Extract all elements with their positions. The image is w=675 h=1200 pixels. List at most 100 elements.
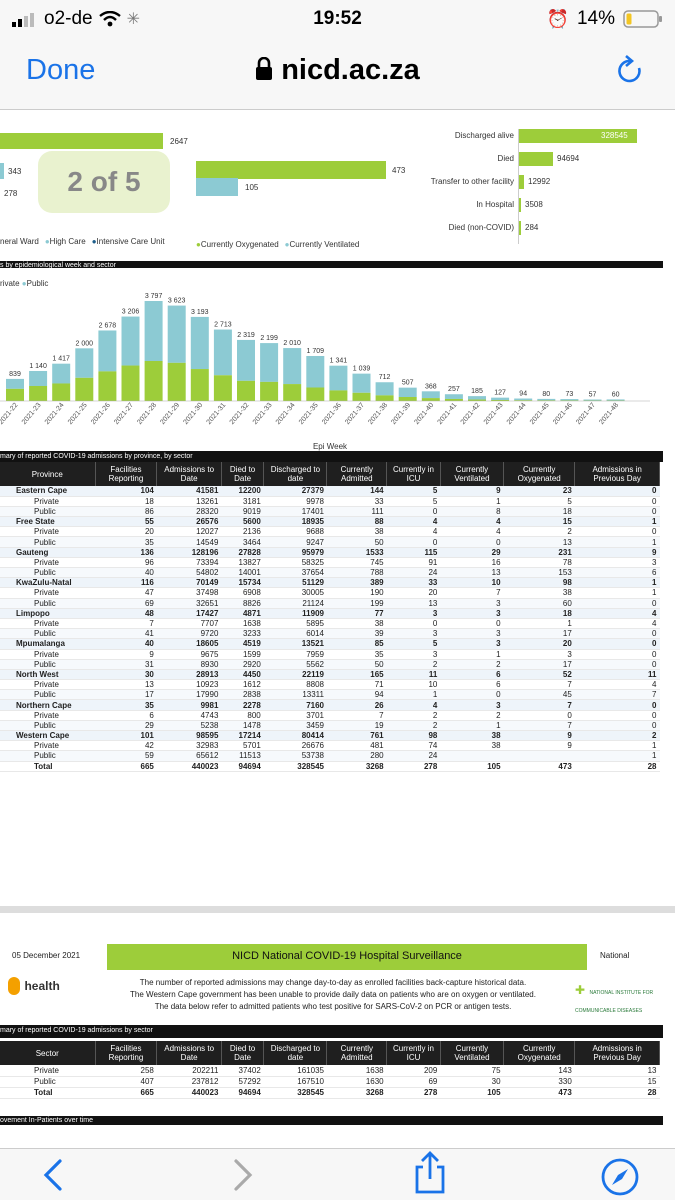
x-tick-label: 2021-45 xyxy=(529,402,551,426)
bar-private xyxy=(121,365,140,401)
outcome-value: 328545 xyxy=(601,131,628,140)
table-cell: 1 xyxy=(574,516,660,528)
table-cell: 40 xyxy=(95,638,157,650)
table-cell: 35 xyxy=(95,699,157,711)
forward-icon[interactable] xyxy=(228,1157,258,1193)
nicd-logo-text: NATIONAL INSTITUTE FOR COMMUNICABLE DISE… xyxy=(575,990,654,1014)
bar-public xyxy=(491,397,510,400)
table-cell: 3 xyxy=(440,638,504,650)
ward-bar-2 xyxy=(0,163,4,179)
table-cell: 5895 xyxy=(263,618,327,630)
province-table-header: Province Facilities Reporting Admissions t… xyxy=(0,462,660,486)
table-cell: 71 xyxy=(326,679,387,691)
outcome-label: Died (non-COVID) xyxy=(448,223,514,232)
compass-icon[interactable] xyxy=(600,1157,640,1197)
x-tick-label: 2021-40 xyxy=(413,402,435,426)
outcome-label: Discharged alive xyxy=(454,131,514,140)
table-cell: 104 xyxy=(95,486,157,497)
table-cell: 278 xyxy=(386,760,441,772)
table-cell: 1 xyxy=(574,750,660,762)
table-cell: 5 xyxy=(503,496,575,507)
table-cell: 28 xyxy=(574,1086,660,1099)
table-cell: 1 xyxy=(574,577,660,589)
column-header: Admissions to Date xyxy=(156,1041,222,1065)
table-cell: 17 xyxy=(503,659,575,670)
bar-total-label: 712 xyxy=(379,374,391,381)
table-cell: 0 xyxy=(574,710,660,721)
url-display[interactable]: nicd.ac.za xyxy=(0,54,675,87)
table-cell: 18935 xyxy=(263,516,327,528)
x-tick-label: 2021-31 xyxy=(206,402,228,426)
table-cell: 30 xyxy=(440,1076,504,1088)
table-cell: 111 xyxy=(326,506,387,518)
ward-value-2: 343 xyxy=(8,167,22,176)
nicd-logo-mark: ✚ xyxy=(575,983,586,997)
table-cell: 32983 xyxy=(156,740,222,752)
table-cell: 31 xyxy=(95,659,157,670)
table-row: Public 40 54802 14001 37654 788 24 13 153 6 xyxy=(0,567,660,579)
bar-total-label: 368 xyxy=(425,383,437,390)
table-cell: 3 xyxy=(440,598,504,609)
table-cell: 5701 xyxy=(221,740,264,752)
browser-navbar: Done nicd.ac.za xyxy=(0,38,675,110)
table-cell: 13 xyxy=(386,598,441,609)
x-tick-label: 2021-30 xyxy=(182,402,204,426)
ventilated-value: 105 xyxy=(245,183,259,192)
table-row: Public 407 237812 57292 167510 1630 69 30 330 15 xyxy=(0,1076,660,1088)
table-cell: 50 xyxy=(326,659,387,670)
table-cell: 41581 xyxy=(156,486,222,497)
table-cell: 144 xyxy=(326,486,387,497)
bar-public xyxy=(6,378,24,389)
share-icon[interactable] xyxy=(412,1151,448,1195)
table-cell: 116 xyxy=(95,577,157,589)
bar-private xyxy=(421,398,440,401)
table-cell: 22119 xyxy=(263,669,327,681)
table-cell: 473 xyxy=(503,1086,575,1099)
row-label: Private xyxy=(0,618,95,630)
table-cell: 2 xyxy=(503,526,575,538)
table-cell: 26576 xyxy=(156,516,222,528)
table-cell: 4 xyxy=(386,526,441,538)
row-label: Total xyxy=(0,1086,95,1099)
row-label: Private xyxy=(0,649,95,660)
table-cell: 7707 xyxy=(156,618,222,630)
table-cell: 9978 xyxy=(263,496,327,507)
table-cell: 3701 xyxy=(263,710,327,721)
table-row: Western Cape 101 98595 17214 80414 761 98 38 9 2 xyxy=(0,730,660,742)
table-cell: 231 xyxy=(503,547,575,558)
table-cell: 47 xyxy=(95,587,157,599)
bar-public xyxy=(29,370,48,386)
table-cell: 28320 xyxy=(156,506,222,518)
table-cell: 0 xyxy=(386,536,441,548)
table-cell: 105 xyxy=(440,760,504,772)
table-cell: 51129 xyxy=(263,577,327,589)
table-cell: 9720 xyxy=(156,628,222,640)
x-tick-label: 2021-44 xyxy=(506,402,528,426)
back-icon[interactable] xyxy=(38,1157,68,1193)
bar-total-label: 1 417 xyxy=(52,356,70,363)
table-cell: 2 xyxy=(386,710,441,721)
table-cell: 7 xyxy=(503,720,575,732)
table-cell: 0 xyxy=(386,618,441,630)
bar-private xyxy=(29,385,48,401)
column-header: Discharged to date xyxy=(263,1041,328,1065)
table-cell: 0 xyxy=(574,486,660,497)
table-cell xyxy=(440,750,504,762)
bar-public xyxy=(514,398,533,401)
table-cell: 4 xyxy=(386,516,441,528)
x-tick-label: 2021-48 xyxy=(598,402,620,426)
table-cell: 1 xyxy=(574,740,660,752)
column-header: Died to Date xyxy=(221,462,265,486)
table-cell: 328545 xyxy=(263,760,327,772)
table-cell: 4 xyxy=(440,516,504,528)
table-cell: 1 xyxy=(440,649,504,660)
table-cell: 0 xyxy=(440,536,504,548)
reload-icon[interactable] xyxy=(615,54,645,88)
table-cell: 17214 xyxy=(221,730,264,742)
table-cell: 0 xyxy=(574,649,660,660)
table-cell: 38 xyxy=(326,618,387,630)
health-logo-text: health xyxy=(24,979,60,993)
table-cell: 2838 xyxy=(221,689,264,701)
bar-private xyxy=(329,390,348,401)
legend-ventilated-label: Currently Ventilated xyxy=(289,240,360,249)
